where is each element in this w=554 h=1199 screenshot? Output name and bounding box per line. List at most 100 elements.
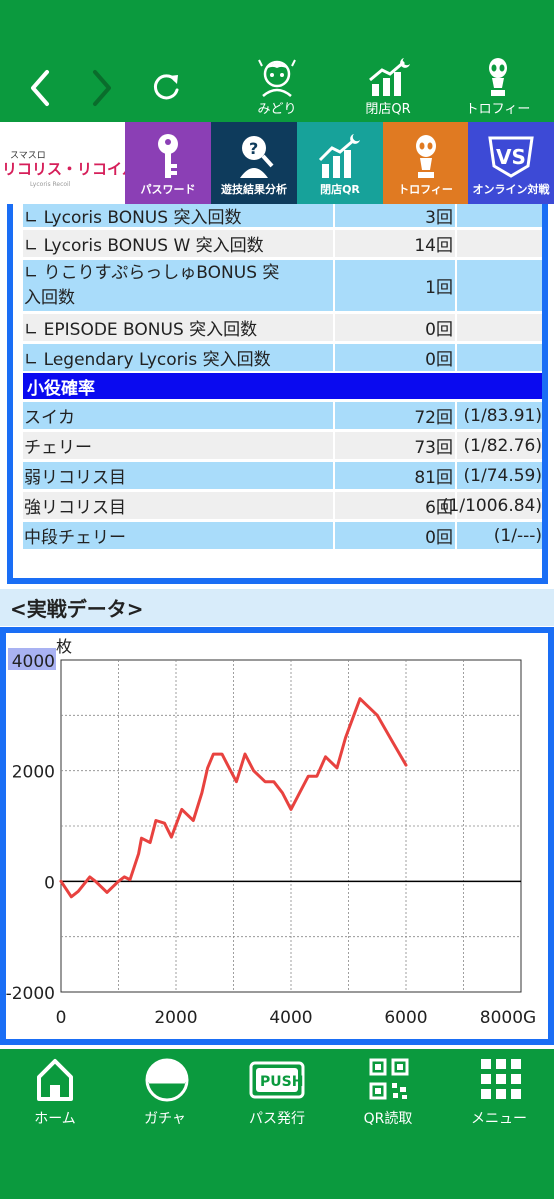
stats-panel: ∟ Lycoris BONUS 突入回数 3回 ∟ Lycoris BONUS … <box>7 204 548 584</box>
top-nav-trophy[interactable]: トロフィー <box>458 56 538 118</box>
stat-name-line: ∟ りこりすぷらっしゅBONUS 突 <box>24 262 280 283</box>
top-nav-label: みどり <box>257 102 297 117</box>
bottom-nav-menu[interactable]: メニュー <box>454 1057 544 1127</box>
table-row: ∟ Lycoris BONUS 突入回数 3回 <box>23 204 542 228</box>
table-row: スイカ 72回 (1/83.91) <box>23 402 542 429</box>
tab-label: 閉店QR <box>320 183 360 196</box>
bottom-nav-label: ガチャ <box>144 1111 186 1127</box>
top-nav-closing-qr[interactable]: 閉店QR <box>348 56 428 118</box>
role-count: 6回 <box>335 492 455 519</box>
role-count: 73回 <box>335 432 455 459</box>
chevron-left-icon <box>31 70 49 106</box>
tab-label: 遊技結果分析 <box>221 183 287 196</box>
logo-title-text: リコリス・リコイル <box>2 160 125 178</box>
tab-trophy[interactable]: トロフィー <box>383 122 468 204</box>
role-count: 72回 <box>335 402 455 429</box>
x-tick-label: 4000 <box>269 1008 312 1028</box>
role-prob: (1/83.91) <box>457 402 542 429</box>
role-name: チェリー <box>23 432 333 459</box>
tab-result-analysis[interactable]: ? 遊技結果分析 <box>211 122 297 204</box>
role-prob: (1/1006.84) <box>442 492 542 519</box>
y-tick-label: 0 <box>44 873 55 893</box>
y-tick-label: -2000 <box>6 984 55 1004</box>
logo-sub-text: Lycoris Recoil <box>30 181 71 188</box>
table-row: 強リコリス目 6回 (1/1006.84) <box>23 492 542 519</box>
role-prob: (1/82.76) <box>457 432 542 459</box>
trophy-icon <box>416 135 436 178</box>
back-button[interactable] <box>18 62 62 114</box>
stat-name: ∟ りこりすぷらっしゅBONUS 突 入回数 <box>23 260 333 311</box>
role-name: 強リコリス目 <box>23 492 333 519</box>
section-header-play-data: <実戦データ> <box>0 589 554 626</box>
section-title-small-roles: 小役確率 <box>23 373 542 399</box>
chart-icon <box>318 134 360 178</box>
trophy-icon <box>489 58 507 96</box>
key-icon <box>158 134 178 178</box>
x-tick-label: 2000 <box>154 1008 197 1028</box>
analysis-icon: ? <box>240 136 274 178</box>
bottom-nav-bar: ホーム ガチャ PUSH パス発行 QR読取 メニュー <box>0 1049 554 1199</box>
game-logo[interactable]: スマスロ リコリス・リコイル Lycoris Recoil <box>0 122 137 204</box>
tab-label: トロフィー <box>398 183 453 196</box>
chart-icon <box>369 58 410 96</box>
bottom-nav-label: パス発行 <box>249 1111 305 1127</box>
qr-icon <box>369 1058 409 1100</box>
stat-name: ∟ EPISODE BONUS 突入回数 <box>23 314 333 341</box>
gacha-icon <box>145 1058 189 1102</box>
stat-prob <box>457 260 542 311</box>
stat-name: ∟ Lycoris BONUS 突入回数 <box>23 204 333 228</box>
vs-icon: VS <box>488 136 534 178</box>
stat-prob <box>457 230 542 257</box>
role-prob: (1/74.59) <box>457 462 542 489</box>
top-nav-midori[interactable]: みどり <box>237 56 317 118</box>
stat-name: ∟ Legendary Lycoris 突入回数 <box>23 344 333 371</box>
slump-graph-svg: 枚400020000-20000 2000 4000 6000 8000G <box>6 637 536 1028</box>
push-icon: PUSH <box>249 1061 305 1099</box>
bottom-nav-label: QR読取 <box>363 1111 413 1127</box>
tab-closing-qr[interactable]: 閉店QR <box>297 122 383 204</box>
stat-count: 1回 <box>335 260 455 311</box>
table-row: ∟ りこりすぷらっしゅBONUS 突 入回数 1回 <box>23 260 542 311</box>
x-tick-label: 0 <box>56 1008 67 1028</box>
tab-label: オンライン対戦 <box>472 183 550 196</box>
top-nav-bar: みどり 閉店QR トロフィー <box>0 0 554 122</box>
stat-count: 0回 <box>335 314 455 341</box>
role-name: スイカ <box>23 402 333 429</box>
reload-button[interactable] <box>144 62 188 114</box>
stat-count: 14回 <box>335 230 455 257</box>
push-badge-text: PUSH <box>260 1074 303 1090</box>
tab-online-battle[interactable]: VS オンライン対戦 <box>468 122 554 204</box>
home-icon <box>37 1059 73 1101</box>
y-tick-label: 4000 <box>12 652 55 672</box>
chevron-right-icon <box>93 70 111 106</box>
feature-tab-strip: スマスロ リコリス・リコイル Lycoris Recoil パスワード ? 遊技… <box>0 122 554 204</box>
x-tick-label: 6000 <box>384 1008 427 1028</box>
y-axis-unit-label: 枚 <box>56 637 72 656</box>
slump-graph: 枚 4000 2000 0 -2000 0 2000 4000 6000 8000G <box>0 627 554 1045</box>
top-nav-label: 閉店QR <box>365 102 411 117</box>
table-row: ∟ EPISODE BONUS 突入回数 0回 <box>23 314 542 341</box>
table-row: 弱リコリス目 81回 (1/74.59) <box>23 462 542 489</box>
role-count: 81回 <box>335 462 455 489</box>
svg-text:VS: VS <box>496 145 526 169</box>
table-row: ∟ Legendary Lycoris 突入回数 0回 <box>23 344 542 371</box>
app-root: みどり 閉店QR トロフィー スマスロ リコリス・リコイル Lycoris Re… <box>0 0 554 1199</box>
bottom-nav-qr-read[interactable]: QR読取 <box>343 1057 433 1127</box>
top-nav-label: トロフィー <box>465 102 531 117</box>
lycoris-logo-icon: スマスロ リコリス・リコイル Lycoris Recoil <box>2 151 137 188</box>
bottom-nav-pass-issue[interactable]: PUSH パス発行 <box>232 1057 322 1127</box>
stat-prob <box>457 204 542 227</box>
bottom-nav-label: メニュー <box>471 1111 527 1127</box>
bottom-nav-home[interactable]: ホーム <box>10 1057 100 1127</box>
role-name: 弱リコリス目 <box>23 462 333 489</box>
tab-password[interactable]: パスワード <box>125 122 211 204</box>
role-name: 中段チェリー <box>23 522 333 549</box>
tab-label: パスワード <box>140 183 196 196</box>
stat-count: 0回 <box>335 344 455 371</box>
forward-button[interactable] <box>80 62 124 114</box>
stat-name-line: 入回数 <box>24 287 75 308</box>
stat-prob <box>457 344 542 371</box>
role-prob: (1/---) <box>457 522 542 549</box>
table-row: ∟ Lycoris BONUS W 突入回数 14回 <box>23 230 542 257</box>
bottom-nav-gacha[interactable]: ガチャ <box>120 1057 210 1127</box>
